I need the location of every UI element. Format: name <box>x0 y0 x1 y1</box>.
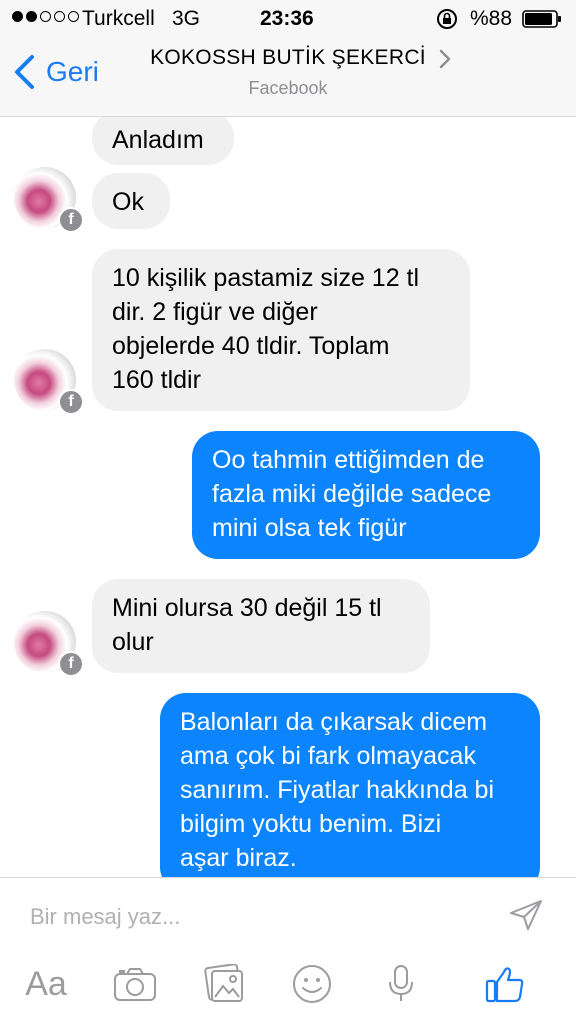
text-format-icon[interactable]: Aa <box>22 964 70 1004</box>
rotation-lock-icon <box>437 9 457 29</box>
like-thumb-icon[interactable] <box>484 964 526 1004</box>
facebook-badge-icon: f <box>58 207 84 233</box>
conversation-title-container[interactable]: KOKOSSH BUTİK ŞEKERCİ <box>0 46 576 70</box>
camera-icon[interactable] <box>112 964 158 1004</box>
conversation-title[interactable]: KOKOSSH BUTİK ŞEKERCİ <box>150 46 426 69</box>
chevron-right-icon[interactable] <box>438 48 452 70</box>
emoji-icon[interactable] <box>290 964 334 1004</box>
message-bubble-incoming[interactable]: 10 kişilik pastamiz size 12 tl dir. 2 fi… <box>92 249 470 411</box>
signal-strength-icon <box>12 11 79 22</box>
battery-percent: %88 <box>470 7 513 30</box>
send-icon[interactable] <box>508 898 544 932</box>
message-bubble-incoming[interactable]: Anladım <box>92 117 234 165</box>
carrier-name: Turkcell <box>82 7 155 30</box>
message-input[interactable] <box>28 896 482 938</box>
status-time: 23:36 <box>260 7 314 30</box>
microphone-icon[interactable] <box>386 964 416 1004</box>
network-type: 3G <box>172 7 201 30</box>
message-bubble-outgoing[interactable]: Oo tahmin ettiğimden de fazla miki değil… <box>192 431 540 559</box>
status-bar: Turkcell 3G 23:36 %88 <box>0 0 576 38</box>
message-composer: Aa <box>0 877 576 1024</box>
facebook-badge-icon: f <box>58 651 84 677</box>
facebook-badge-icon: f <box>58 389 84 415</box>
contact-avatar[interactable]: f <box>14 611 84 677</box>
message-bubble-outgoing[interactable]: Balonları da çıkarsak dicem ama çok bi f… <box>160 693 540 877</box>
messenger-screen: Turkcell 3G 23:36 %88 Geri KOKOSSH BUTİK… <box>0 0 576 1024</box>
text-format-label: Aa <box>25 964 67 1003</box>
conversation-subtitle: Facebook <box>248 78 328 98</box>
message-bubble-incoming[interactable]: Ok <box>92 173 170 229</box>
message-list[interactable]: Anladım Ok f 10 kişilik pastamiz size 12… <box>0 117 576 877</box>
contact-avatar[interactable]: f <box>14 349 84 415</box>
contact-avatar[interactable]: f <box>14 167 84 233</box>
navigation-bar: Geri KOKOSSH BUTİK ŞEKERCİ Facebook <box>0 38 576 117</box>
message-bubble-incoming[interactable]: Mini olursa 30 değil 15 tl olur <box>92 579 430 673</box>
battery-icon <box>522 10 561 28</box>
photos-icon[interactable] <box>202 964 246 1004</box>
